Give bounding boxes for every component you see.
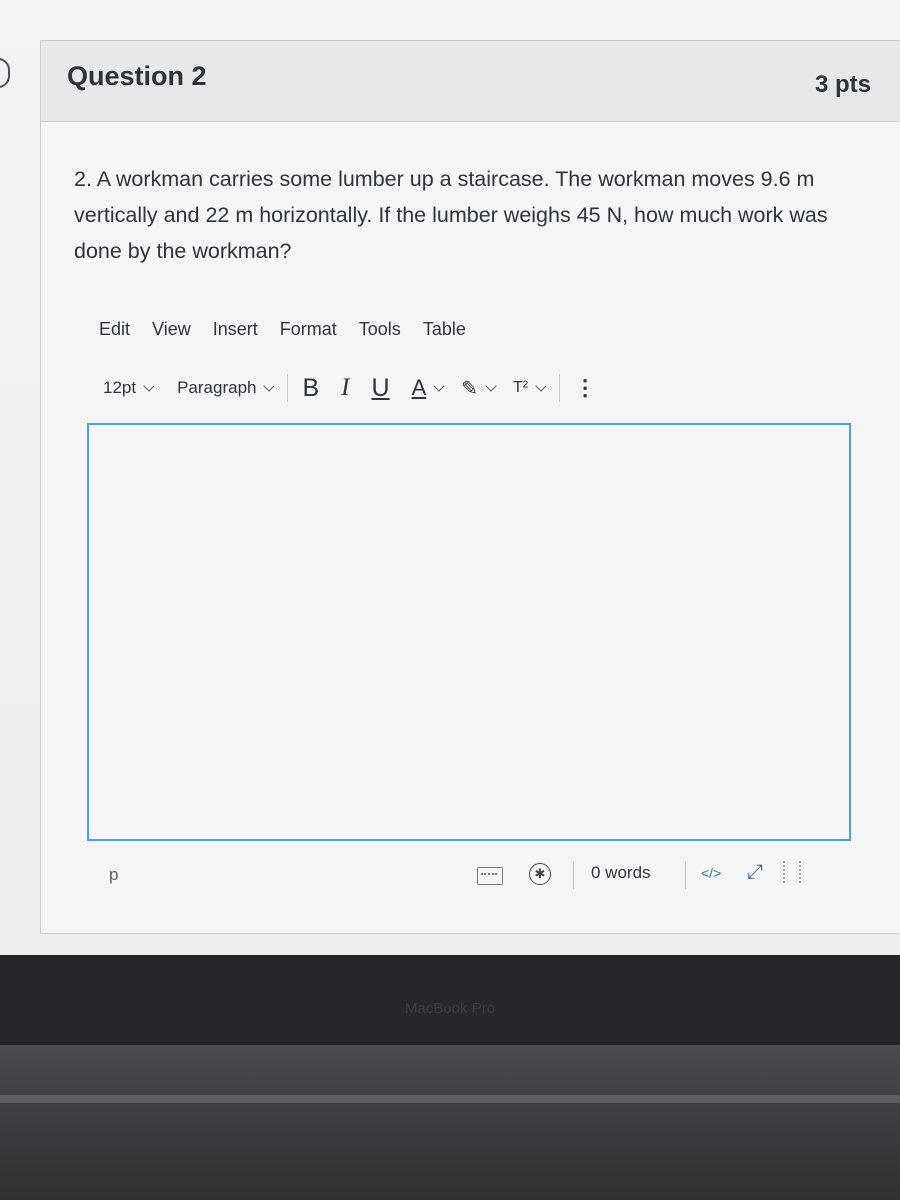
chevron-down-icon	[433, 379, 445, 392]
keyboard-icon[interactable]	[477, 867, 503, 885]
more-options-icon[interactable]: ⋮	[574, 375, 596, 401]
html-editor-button[interactable]: </>	[701, 865, 721, 881]
chevron-down-icon	[535, 379, 547, 392]
statusbar-divider	[573, 861, 574, 889]
browser-screen: Question 2 3 pts 2. A workman carries so…	[0, 0, 900, 955]
collapse-tab-icon[interactable]	[0, 58, 10, 88]
question-text: 2. A workman carries some lumber up a st…	[74, 167, 828, 263]
fullscreen-icon[interactable]: ⤢	[747, 861, 763, 884]
chevron-down-icon	[485, 379, 497, 392]
editor-menubar: Edit View Insert Format Tools Table	[99, 319, 488, 340]
menu-table[interactable]: Table	[423, 319, 466, 340]
highlighter-icon: ✎	[461, 377, 479, 400]
superscript-icon: T²	[513, 379, 529, 396]
element-path[interactable]: p	[109, 865, 118, 885]
menu-edit[interactable]: Edit	[99, 319, 130, 340]
accessibility-icon[interactable]: ✱	[529, 863, 551, 885]
text-color-button[interactable]: A	[411, 375, 445, 401]
highlight-button[interactable]: ✎	[461, 376, 497, 401]
editor-toolbar: 12pt Paragraph B I U A ✎ T² ⋮	[103, 371, 863, 405]
bold-button[interactable]: B	[302, 374, 319, 403]
superscript-button[interactable]: T²	[513, 379, 547, 397]
chevron-down-icon	[143, 379, 155, 392]
laptop-base	[0, 1045, 900, 1200]
question-points: 3 pts	[814, 71, 871, 98]
underline-button[interactable]: U	[372, 374, 390, 403]
menu-view[interactable]: View	[152, 319, 191, 340]
text-color-icon: A	[411, 375, 427, 400]
question-header: Question 2 3 pts	[41, 41, 900, 122]
italic-button[interactable]: I	[341, 374, 349, 402]
block-format-select[interactable]: Paragraph	[177, 378, 276, 398]
resize-handle-icon[interactable]	[783, 861, 801, 883]
statusbar-divider	[685, 861, 686, 889]
toolbar-divider	[287, 374, 289, 402]
toolbar-divider	[559, 374, 561, 402]
menu-insert[interactable]: Insert	[213, 319, 258, 340]
question-title: Question 2	[67, 61, 207, 91]
word-count[interactable]: 0 words	[591, 863, 651, 883]
device-label: MacBook Pro	[405, 1000, 496, 1017]
rich-text-editor[interactable]	[87, 423, 851, 841]
block-format-value: Paragraph	[177, 378, 257, 397]
menu-tools[interactable]: Tools	[359, 319, 401, 340]
laptop-edge	[0, 1095, 900, 1103]
menu-format[interactable]: Format	[280, 319, 337, 340]
font-size-value: 12pt	[103, 378, 137, 397]
font-size-select[interactable]: 12pt	[103, 378, 155, 398]
chevron-down-icon	[263, 379, 276, 392]
editor-statusbar: p ✱ 0 words </> ⤢	[87, 853, 867, 893]
question-card: Question 2 3 pts 2. A workman carries so…	[40, 40, 900, 934]
laptop-bezel: MacBook Pro	[0, 955, 900, 1045]
